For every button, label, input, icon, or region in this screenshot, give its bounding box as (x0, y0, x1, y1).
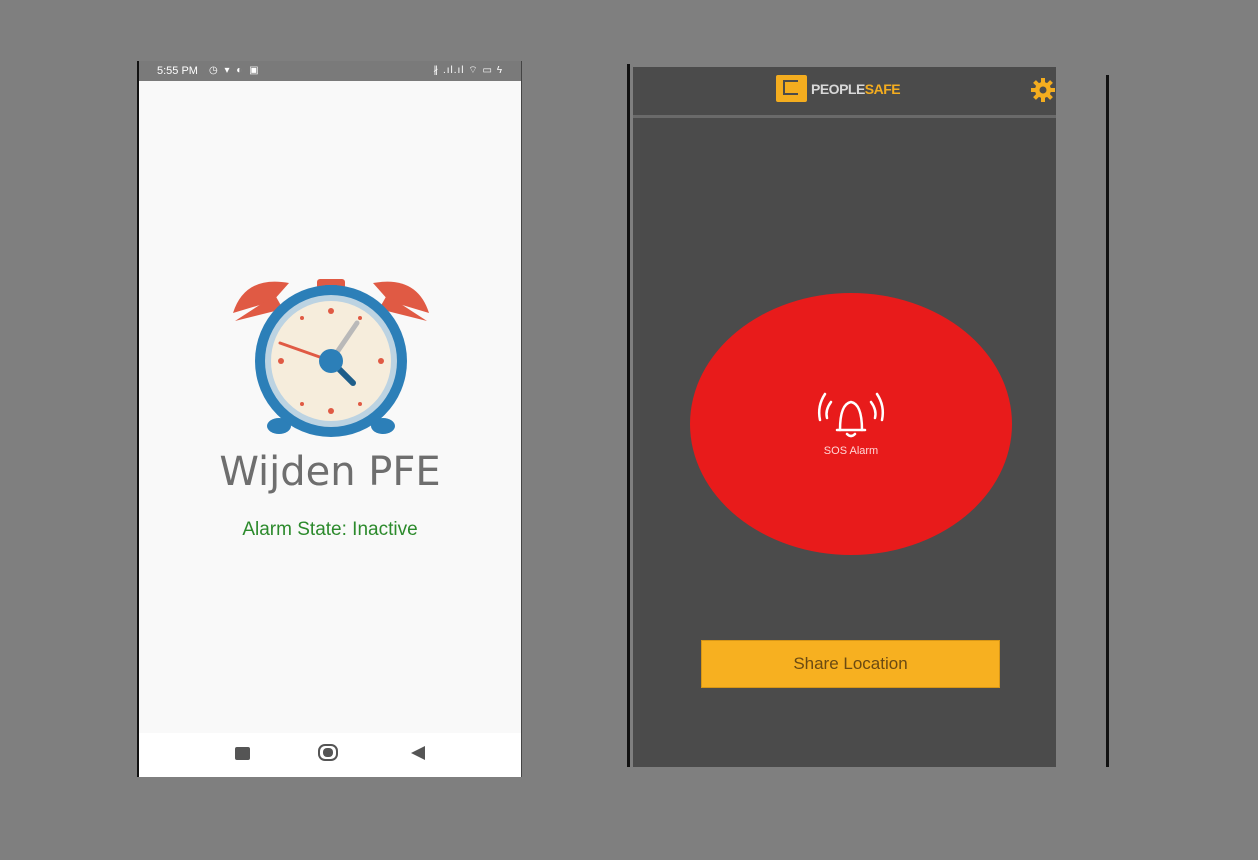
brand-part-people: PEOPLE (811, 81, 865, 97)
gear-icon[interactable] (1030, 77, 1056, 103)
sos-alarm-label: SOS Alarm (823, 445, 879, 457)
frame-border-right (1106, 75, 1109, 767)
share-location-button[interactable]: Share Location (701, 640, 1000, 688)
brand-part-safe: SAFE (864, 81, 901, 97)
back-icon[interactable] (411, 746, 425, 760)
recent-apps-icon[interactable] (235, 747, 250, 760)
app-header: PEOPLESAFE (633, 67, 1056, 118)
phone-screen-right: PEOPLESAFE SOS Alarm Share Location (633, 67, 1056, 767)
status-time: 5:55 PM (157, 65, 198, 77)
navigation-bar (139, 733, 521, 777)
status-right-icons: ∦ .ıl.ıl ⌔ ▭ ϟ (433, 65, 503, 76)
logo-icon (776, 75, 807, 102)
status-left-icons: ◷ ▾ ◐ ▣ (209, 65, 261, 76)
sos-alarm-button[interactable]: SOS Alarm (690, 293, 1012, 555)
frame-border-left (627, 64, 630, 767)
home-icon[interactable] (318, 744, 338, 761)
alarm-clock-icon (225, 273, 437, 441)
alarm-state-label: Alarm State: Inactive (242, 519, 418, 540)
alarm-bell-icon (815, 386, 887, 438)
brand-name: PEOPLESAFE (811, 81, 901, 97)
app-title: Wijden PFE (219, 449, 441, 495)
phone-screen-left: 5:55 PM ◷ ▾ ◐ ▣ ∦ .ıl.ıl ⌔ ▭ ϟ Wijden PF… (137, 61, 522, 777)
status-bar: 5:55 PM ◷ ▾ ◐ ▣ ∦ .ıl.ıl ⌔ ▭ ϟ (139, 61, 521, 81)
